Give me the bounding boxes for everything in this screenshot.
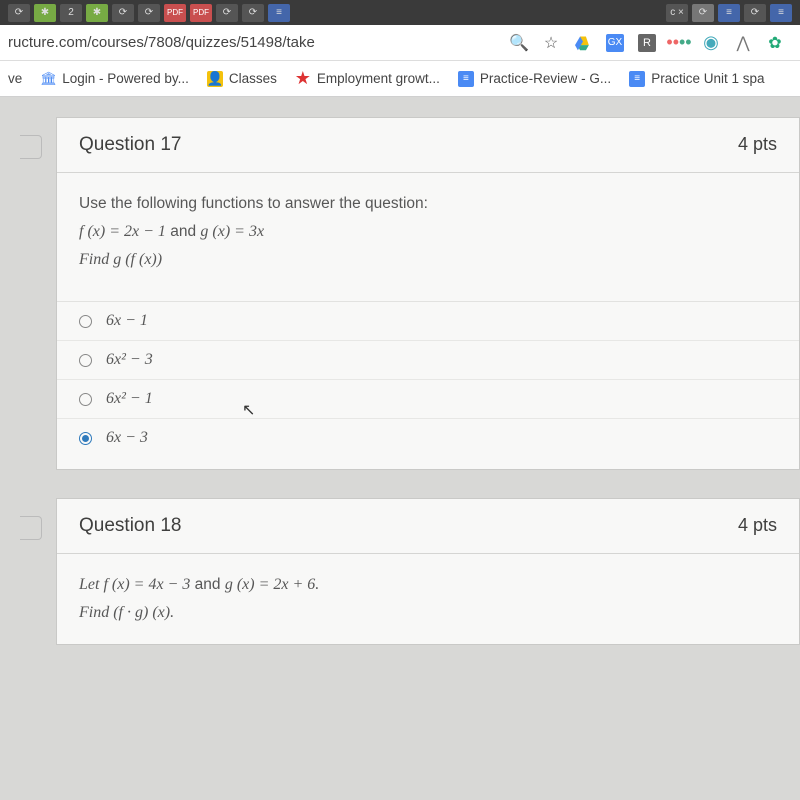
tab-icon[interactable]: ≡ <box>770 4 792 22</box>
docs-icon: ≡ <box>458 71 474 87</box>
question-let: Let f (x) = 4x − 3 and g (x) = 2x + 6. <box>79 576 777 594</box>
url-text[interactable]: ructure.com/courses/7808/quizzes/51498/t… <box>8 34 510 51</box>
radio-unchecked-icon[interactable] <box>79 354 92 367</box>
tab-pdf-icon[interactable]: PDF <box>190 4 212 22</box>
question-points: 4 pts <box>738 515 777 537</box>
option-c[interactable]: 6x² − 1 <box>57 380 799 419</box>
question-17-row: Question 17 4 pts Use the following func… <box>20 117 800 470</box>
question-prompt: Use the following functions to answer th… <box>79 195 777 213</box>
tab-icon[interactable]: ⟳ <box>242 4 264 22</box>
star-icon: ★ <box>295 71 311 87</box>
browser-tabs-strip: ⟳ ✱ 2 ✱ ⟳ ⟳ PDF PDF ⟳ ⟳ ≡ c × ⟳ ≡ ⟳ ≡ <box>0 0 800 25</box>
bookmark-practice-review[interactable]: ≡ Practice-Review - G... <box>458 71 611 87</box>
question-body: Use the following functions to answer th… <box>57 173 799 291</box>
question-find: Find g (f (x)) <box>79 251 777 269</box>
question-find: Find (f · g) (x). <box>79 604 777 622</box>
answer-options: 6x − 1 6x² − 3 6x² − 1 6x − 3 <box>57 301 799 469</box>
bookmark-login[interactable]: 🏛 Login - Powered by... <box>40 71 189 87</box>
option-label: 6x² − 3 <box>106 351 153 369</box>
option-a[interactable]: 6x − 1 <box>57 302 799 341</box>
question-title: Question 18 <box>79 515 181 537</box>
bookmark-icon: 👤 <box>207 71 223 87</box>
tab-icon[interactable]: ⟳ <box>216 4 238 22</box>
option-label: 6x² − 1 <box>106 390 153 408</box>
tab-icon[interactable]: ≡ <box>268 4 290 22</box>
question-functions: f (x) = 2x − 1 and g (x) = 3x <box>79 223 777 241</box>
option-b[interactable]: 6x² − 3 <box>57 341 799 380</box>
star-icon[interactable]: ☆ <box>542 34 560 52</box>
tab-icon[interactable]: ⟳ <box>138 4 160 22</box>
tab-icon[interactable]: ✱ <box>86 4 108 22</box>
tab-icon[interactable]: ⟳ <box>744 4 766 22</box>
address-bar: ructure.com/courses/7808/quizzes/51498/t… <box>0 25 800 61</box>
tab-icon[interactable]: c × <box>666 4 688 22</box>
bookmark-icon: 🏛 <box>40 71 56 87</box>
option-d[interactable]: 6x − 3 <box>57 419 799 469</box>
question-body: Let f (x) = 4x − 3 and g (x) = 2x + 6. F… <box>57 554 799 644</box>
question-17-card: Question 17 4 pts Use the following func… <box>56 117 800 470</box>
docs-icon: ≡ <box>629 71 645 87</box>
tab-icon[interactable]: ⟳ <box>692 4 714 22</box>
radio-unchecked-icon[interactable] <box>79 315 92 328</box>
ext-icon[interactable]: GX <box>606 34 624 52</box>
tab-icon[interactable]: 2 <box>60 4 82 22</box>
bookmarks-bar: ve 🏛 Login - Powered by... 👤 Classes ★ E… <box>0 61 800 97</box>
ext-circle-icon[interactable]: ◉ <box>702 34 720 52</box>
ext-puzzle-icon[interactable]: ✿ <box>766 34 784 52</box>
bookmark-practice-unit[interactable]: ≡ Practice Unit 1 spa <box>629 71 764 87</box>
bookmark-item[interactable]: ve <box>8 71 22 86</box>
flag-question-icon[interactable] <box>20 135 42 159</box>
tab-icon[interactable]: ⟳ <box>8 4 30 22</box>
ext-dots-icon[interactable]: •••• <box>670 34 688 52</box>
quiz-content: Question 17 4 pts Use the following func… <box>0 97 800 645</box>
question-18-card: Question 18 4 pts Let f (x) = 4x − 3 and… <box>56 498 800 645</box>
tab-icon[interactable]: ⟳ <box>112 4 134 22</box>
radio-checked-icon[interactable] <box>79 432 92 445</box>
flag-column <box>20 498 44 645</box>
tab-pdf-icon[interactable]: PDF <box>164 4 186 22</box>
question-header: Question 18 4 pts <box>57 499 799 554</box>
radio-unchecked-icon[interactable] <box>79 393 92 406</box>
question-title: Question 17 <box>79 134 181 156</box>
bookmark-classes[interactable]: 👤 Classes <box>207 71 277 87</box>
question-18-row: Question 18 4 pts Let f (x) = 4x − 3 and… <box>20 498 800 645</box>
search-zoom-icon[interactable]: 🔍 <box>510 34 528 52</box>
flag-question-icon[interactable] <box>20 516 42 540</box>
option-label: 6x − 1 <box>106 312 148 330</box>
ext-r-icon[interactable]: R <box>638 34 656 52</box>
option-label: 6x − 3 <box>106 429 148 447</box>
flag-column <box>20 117 44 470</box>
bookmark-employment[interactable]: ★ Employment growt... <box>295 71 440 87</box>
question-points: 4 pts <box>738 134 777 156</box>
drive-icon[interactable] <box>574 34 592 52</box>
question-header: Question 17 4 pts <box>57 118 799 173</box>
tab-icon[interactable]: ✱ <box>34 4 56 22</box>
ext-lambda-icon[interactable]: ⋀ <box>734 34 752 52</box>
tab-icon[interactable]: ≡ <box>718 4 740 22</box>
